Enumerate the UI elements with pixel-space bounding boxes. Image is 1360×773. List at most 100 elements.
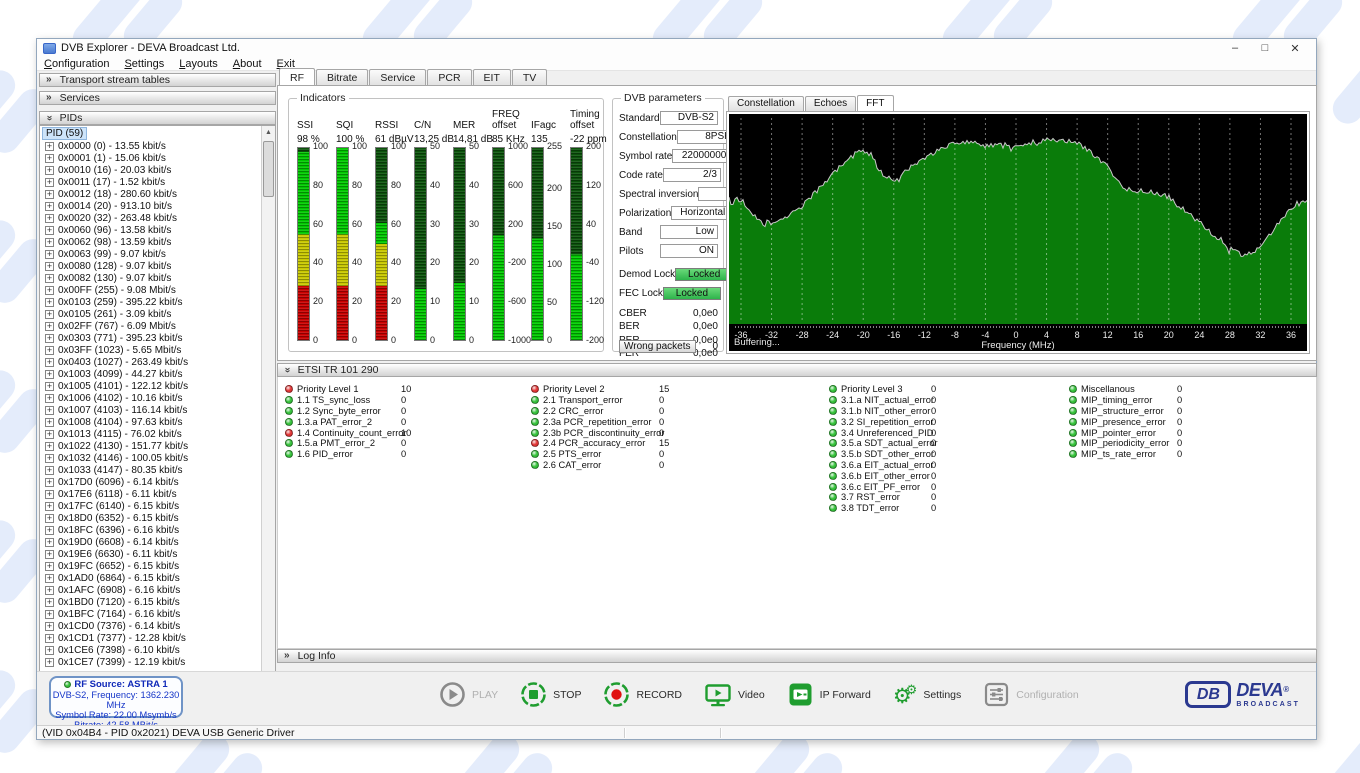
pid-item[interactable]: +0x00FF (255) - 9.08 Mbit/s	[40, 284, 275, 296]
expand-icon[interactable]: +	[45, 202, 54, 211]
pid-item[interactable]: +0x0020 (32) - 263.48 kbit/s	[40, 212, 275, 224]
expand-icon[interactable]: +	[45, 550, 54, 559]
scroll-up-icon[interactable]: ▲	[262, 126, 275, 139]
expand-icon[interactable]: +	[45, 526, 54, 535]
tab-rf[interactable]: RF	[279, 68, 315, 85]
expand-icon[interactable]: +	[45, 322, 54, 331]
pid-item[interactable]: +0x1AFC (6908) - 6.16 kbit/s	[40, 584, 275, 596]
pid-item[interactable]: +0x02FF (767) - 6.09 Mbit/s	[40, 320, 275, 332]
pid-tree-root[interactable]: PID (59)	[42, 127, 87, 140]
log-info-section-header[interactable]: » Log Info	[277, 649, 1317, 663]
pid-item[interactable]: +0x1032 (4146) - 100.05 kbit/s	[40, 452, 275, 464]
pid-item[interactable]: +0x0080 (128) - 9.07 kbit/s	[40, 260, 275, 272]
expand-icon[interactable]: +	[45, 418, 54, 427]
minimize-button[interactable]: –	[1220, 42, 1250, 55]
expand-icon[interactable]: +	[45, 634, 54, 643]
pid-item[interactable]: +0x0000 (0) - 13.55 kbit/s	[40, 140, 275, 152]
pid-item[interactable]: +0x0105 (261) - 3.09 kbit/s	[40, 308, 275, 320]
pid-item[interactable]: +0x0063 (99) - 9.07 kbit/s	[40, 248, 275, 260]
menu-item-about[interactable]: About	[233, 58, 262, 70]
pid-scrollbar[interactable]: ▲ ▼	[261, 126, 275, 712]
sidebar-section-transport-stream-tables[interactable]: » Transport stream tables	[39, 73, 276, 87]
expand-icon[interactable]: +	[45, 250, 54, 259]
expand-icon[interactable]: +	[45, 370, 54, 379]
expand-icon[interactable]: +	[45, 538, 54, 547]
expand-icon[interactable]: +	[45, 574, 54, 583]
expand-icon[interactable]: +	[45, 466, 54, 475]
close-button[interactable]: ✕	[1280, 42, 1310, 55]
pid-item[interactable]: +0x1013 (4115) - 76.02 kbit/s	[40, 428, 275, 440]
pid-item[interactable]: +0x1005 (4101) - 122.12 kbit/s	[40, 380, 275, 392]
pid-item[interactable]: +0x0010 (16) - 20.03 kbit/s	[40, 164, 275, 176]
pid-item[interactable]: +0x0062 (98) - 13.59 kbit/s	[40, 236, 275, 248]
sidebar-section-services[interactable]: » Services	[39, 91, 276, 105]
pid-item[interactable]: +0x1003 (4099) - 44.27 kbit/s	[40, 368, 275, 380]
pid-item[interactable]: +0x0011 (17) - 1.52 kbit/s	[40, 176, 275, 188]
expand-icon[interactable]: +	[45, 166, 54, 175]
pid-item[interactable]: +0x1006 (4102) - 10.16 kbit/s	[40, 392, 275, 404]
sidebar-section-pids[interactable]: » PIDs	[39, 111, 276, 125]
fft-tab-fft[interactable]: FFT	[857, 95, 893, 111]
expand-icon[interactable]: +	[45, 142, 54, 151]
expand-icon[interactable]: +	[45, 226, 54, 235]
dvb-field-value[interactable]: 22000000	[672, 149, 730, 163]
play-button[interactable]: PLAY	[439, 681, 498, 708]
pid-item[interactable]: +0x0403 (1027) - 263.49 kbit/s	[40, 356, 275, 368]
expand-icon[interactable]: +	[45, 382, 54, 391]
expand-icon[interactable]: +	[45, 334, 54, 343]
pid-item[interactable]: +0x1CD1 (7377) - 12.28 kbit/s	[40, 632, 275, 644]
pid-item[interactable]: +0x1033 (4147) - 80.35 kbit/s	[40, 464, 275, 476]
tab-tv[interactable]: TV	[512, 69, 547, 85]
menu-item-settings[interactable]: Settings	[124, 58, 164, 70]
expand-icon[interactable]: +	[45, 346, 54, 355]
pid-item[interactable]: +0x0060 (96) - 13.58 kbit/s	[40, 224, 275, 236]
scrollbar-thumb[interactable]	[263, 141, 274, 197]
expand-icon[interactable]: +	[45, 214, 54, 223]
pid-item[interactable]: +0x1008 (4104) - 97.63 kbit/s	[40, 416, 275, 428]
pid-item[interactable]: +0x0082 (130) - 9.07 kbit/s	[40, 272, 275, 284]
dvb-field-value[interactable]: Low	[660, 225, 718, 239]
expand-icon[interactable]: +	[45, 442, 54, 451]
configuration-button[interactable]: Configuration	[983, 681, 1078, 708]
dvb-field-value[interactable]: Horizontal	[671, 206, 729, 220]
expand-icon[interactable]: +	[45, 394, 54, 403]
expand-icon[interactable]: +	[45, 514, 54, 523]
expand-icon[interactable]: +	[45, 502, 54, 511]
pid-item[interactable]: +0x0012 (18) - 280.60 kbit/s	[40, 188, 275, 200]
pid-item[interactable]: +0x18D0 (6352) - 6.15 kbit/s	[40, 512, 275, 524]
pid-item[interactable]: +0x1CD0 (7376) - 6.14 kbit/s	[40, 620, 275, 632]
expand-icon[interactable]: +	[45, 262, 54, 271]
expand-icon[interactable]: +	[45, 454, 54, 463]
expand-icon[interactable]: +	[45, 610, 54, 619]
pid-item[interactable]: +0x1CE6 (7398) - 6.10 kbit/s	[40, 644, 275, 656]
expand-icon[interactable]: +	[45, 562, 54, 571]
pid-item[interactable]: +0x03FF (1023) - 5.65 Mbit/s	[40, 344, 275, 356]
expand-icon[interactable]: +	[45, 298, 54, 307]
expand-icon[interactable]: +	[45, 658, 54, 667]
tab-bitrate[interactable]: Bitrate	[316, 69, 368, 85]
expand-icon[interactable]: +	[45, 586, 54, 595]
expand-icon[interactable]: +	[45, 490, 54, 499]
dvb-field-value[interactable]: DVB-S2	[660, 111, 718, 125]
expand-icon[interactable]: +	[45, 190, 54, 199]
pid-item[interactable]: +0x0001 (1) - 15.06 kbit/s	[40, 152, 275, 164]
expand-icon[interactable]: +	[45, 646, 54, 655]
expand-icon[interactable]: +	[45, 622, 54, 631]
tab-eit[interactable]: EIT	[473, 69, 511, 85]
pid-item[interactable]: +0x19D0 (6608) - 6.14 kbit/s	[40, 536, 275, 548]
pid-item[interactable]: +0x0303 (771) - 395.23 kbit/s	[40, 332, 275, 344]
expand-icon[interactable]: +	[45, 238, 54, 247]
video-button[interactable]: Video	[704, 682, 765, 708]
tab-pcr[interactable]: PCR	[427, 69, 471, 85]
pid-item[interactable]: +0x17D0 (6096) - 6.14 kbit/s	[40, 476, 275, 488]
wrong-packets-button[interactable]: Wrong packets	[619, 340, 696, 353]
expand-icon[interactable]: +	[45, 358, 54, 367]
expand-icon[interactable]: +	[45, 154, 54, 163]
dvb-field-value[interactable]: 2/3	[663, 168, 721, 182]
pid-item[interactable]: +0x1007 (4103) - 116.14 kbit/s	[40, 404, 275, 416]
expand-icon[interactable]: +	[45, 478, 54, 487]
etsi-section-header[interactable]: » ETSI TR 101 290	[277, 363, 1317, 377]
pid-item[interactable]: +0x18FC (6396) - 6.16 kbit/s	[40, 524, 275, 536]
pid-item[interactable]: +0x1022 (4130) - 151.77 kbit/s	[40, 440, 275, 452]
pid-item[interactable]: +0x1CE7 (7399) - 12.19 kbit/s	[40, 656, 275, 668]
